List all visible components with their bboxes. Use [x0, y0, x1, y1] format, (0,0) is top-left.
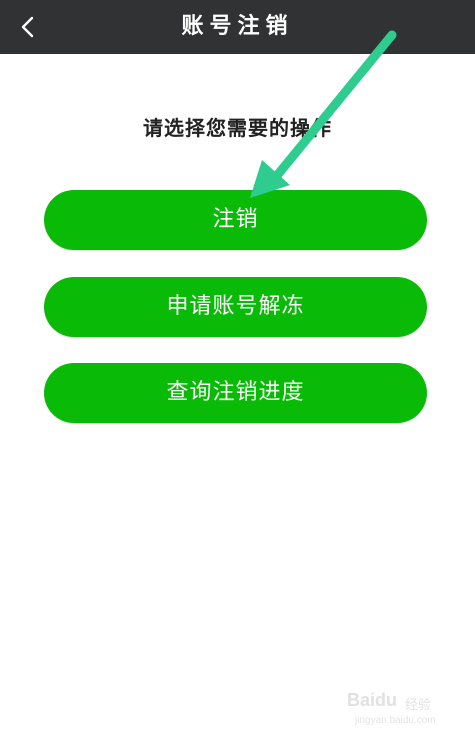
watermark-url: jingyan.baidu.com — [355, 715, 436, 726]
watermark-logo: Baidu — [347, 690, 398, 710]
unfreeze-account-button[interactable]: 申请账号解冻 — [44, 277, 427, 337]
top-navigation-bar: 账号注销 — [0, 0, 475, 54]
cancel-account-button[interactable]: 注销 — [44, 190, 427, 250]
page-title: 账号注销 — [181, 14, 294, 39]
instruction-text: 请选择您需要的操作 — [143, 116, 332, 140]
watermark: Baidu 经验 jingyan.baidu.com — [347, 688, 457, 732]
watermark-sub: 经验 — [405, 698, 432, 713]
cancellation-progress-button[interactable]: 查询注销进度 — [44, 363, 427, 423]
